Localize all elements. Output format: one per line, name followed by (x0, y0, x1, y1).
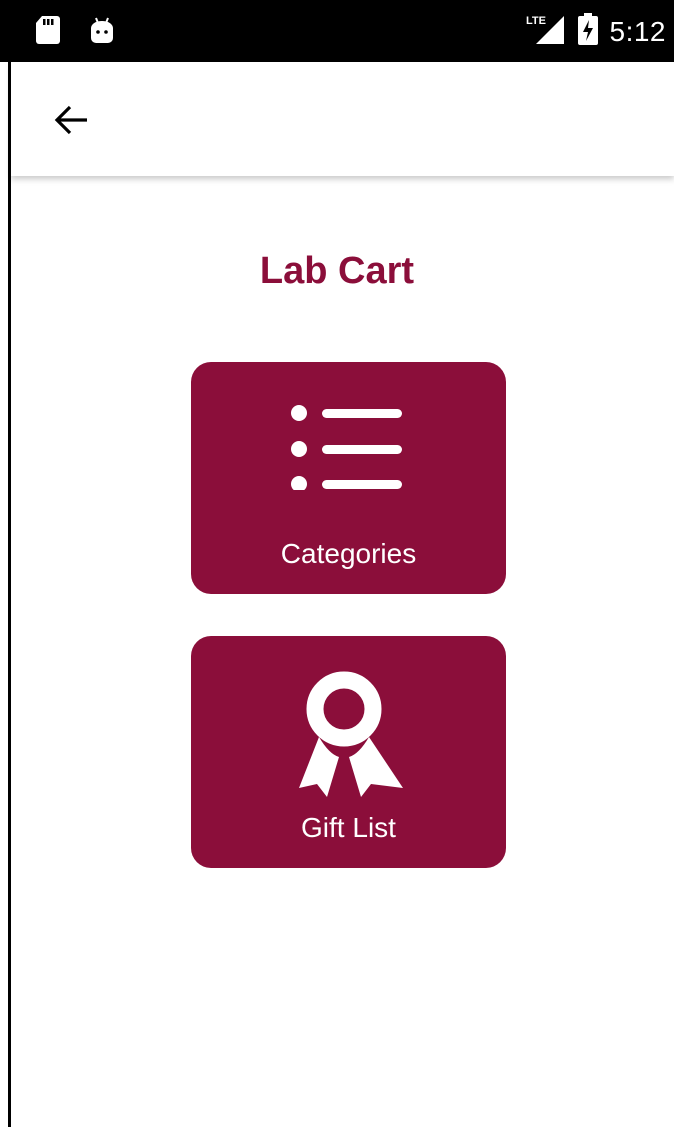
arrow-left-icon (53, 104, 89, 141)
list-icon (289, 390, 409, 530)
status-time: 5:12 (609, 15, 666, 47)
page-title: Lab Cart (259, 250, 415, 292)
sd-card-icon (36, 16, 60, 49)
categories-tile[interactable]: Categories (191, 362, 506, 594)
network-type-label: LTE (526, 15, 546, 27)
status-left-icons (36, 16, 116, 49)
android-debug-icon (88, 16, 116, 49)
tile-icon-container (191, 664, 506, 804)
status-bar: LTE 5:12 (0, 0, 674, 62)
gift-list-label: Gift List (301, 812, 396, 843)
tile-icon-container (191, 390, 506, 530)
lte-signal-icon: LTE (526, 12, 566, 51)
back-button[interactable] (47, 98, 95, 146)
award-ribbon-icon (289, 664, 409, 804)
battery-charging-icon (577, 13, 598, 50)
app-bar (11, 62, 674, 176)
status-right-icons: LTE 5:12 (526, 12, 667, 51)
gift-list-tile[interactable]: Gift List (191, 636, 506, 868)
categories-label: Categories (280, 538, 417, 569)
main-content: Lab Cart Categories Gift List (11, 176, 674, 1127)
